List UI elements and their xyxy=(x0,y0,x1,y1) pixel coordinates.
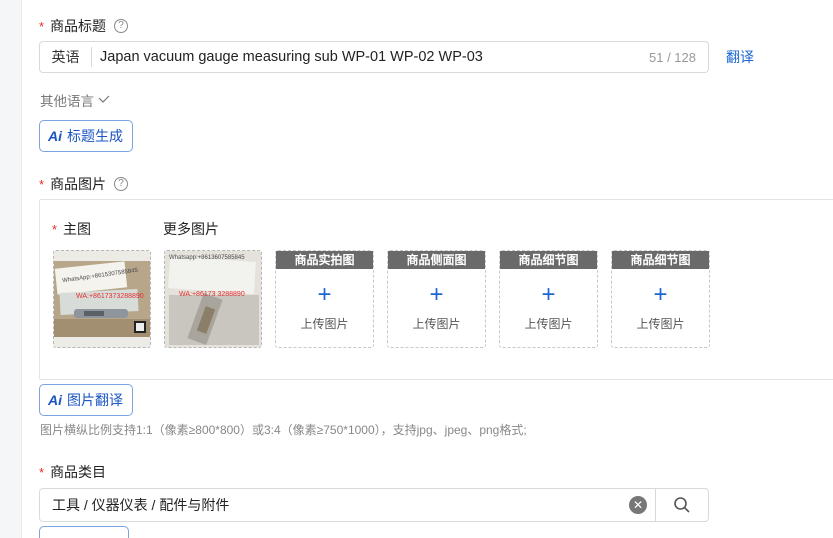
product-category-label-text: 商品类目 xyxy=(50,464,107,480)
ai-title-generate-label: 标题生成 xyxy=(67,128,123,144)
watermark-text-red: WA:+8617373288890 xyxy=(76,293,144,300)
ai-icon: Ai xyxy=(48,392,62,408)
upload-slot-real-photo[interactable]: 商品实拍图 + 上传图片 xyxy=(275,250,374,348)
watermark-text-red: WA:+86173 3288890 xyxy=(179,291,245,298)
category-input[interactable]: 工具 / 仪器仪表 / 配件与附件 xyxy=(40,495,629,515)
upload-image-text: 上传图片 xyxy=(300,317,349,331)
product-title-label: * 商品标题 ? xyxy=(39,16,129,36)
language-tag: 英语 xyxy=(40,47,92,67)
plus-icon: + xyxy=(429,281,444,308)
product-category-label: * 商品类目 xyxy=(39,462,106,482)
product-images-label: * 商品图片 ? xyxy=(39,174,129,194)
clipped-button[interactable] xyxy=(39,526,129,538)
more-image-thumbnail[interactable]: Whatsapp:+8613607585845 WA:+86173 328889… xyxy=(164,250,262,348)
main-image-thumbnail[interactable]: WhatsApp:+8615307585845 WA:+861737328889… xyxy=(53,250,151,348)
plus-icon: + xyxy=(653,281,668,308)
upload-slot-detail-photo-1[interactable]: 商品细节图 + 上传图片 xyxy=(499,250,598,348)
search-icon xyxy=(674,497,690,513)
help-icon[interactable]: ? xyxy=(114,19,129,33)
image-format-hint: 图片横纵比例支持1:1（像素≥800*800）或3:4（像素≥750*1000）… xyxy=(40,423,527,437)
main-image-label: * 主图 xyxy=(52,219,91,239)
watermark-text: Whatsapp:+8613607585845 xyxy=(169,255,245,261)
char-counter: 51 / 128 xyxy=(649,49,696,65)
product-images-label-text: 商品图片 xyxy=(50,176,107,192)
category-field[interactable]: 工具 / 仪器仪表 / 配件与附件 ✕ xyxy=(39,488,709,522)
more-images-label: 更多图片 xyxy=(163,221,219,237)
upload-image-text: 上传图片 xyxy=(636,317,685,331)
required-mark: * xyxy=(52,222,58,237)
ai-icon: Ai xyxy=(48,128,62,144)
ai-image-translate-button[interactable]: Ai 图片翻译 xyxy=(39,384,133,416)
product-photo-more xyxy=(165,251,261,347)
search-button[interactable] xyxy=(655,489,708,521)
translate-link[interactable]: 翻译 xyxy=(726,47,754,67)
slot-title: 商品侧面图 xyxy=(388,251,485,269)
upload-slot-detail-photo-2[interactable]: 商品细节图 + 上传图片 xyxy=(611,250,710,348)
upload-slot-side-photo[interactable]: 商品侧面图 + 上传图片 xyxy=(387,250,486,348)
plus-icon: + xyxy=(541,281,556,308)
product-title-field[interactable]: 英语 Japan vacuum gauge measuring sub WP-0… xyxy=(39,41,709,73)
upload-image-text: 上传图片 xyxy=(524,317,573,331)
plus-icon: + xyxy=(317,281,332,308)
help-icon[interactable]: ? xyxy=(114,177,129,191)
slot-title: 商品细节图 xyxy=(500,251,597,269)
slot-title: 商品实拍图 xyxy=(276,251,373,269)
ai-image-translate-label: 图片翻译 xyxy=(67,392,123,408)
ai-title-generate-button[interactable]: Ai 标题生成 xyxy=(39,120,133,152)
upload-image-text: 上传图片 xyxy=(412,317,461,331)
other-languages-toggle[interactable]: 其他语言 xyxy=(40,90,110,110)
main-image-label-text: 主图 xyxy=(62,221,91,237)
required-mark: * xyxy=(39,464,45,480)
other-languages-label: 其他语言 xyxy=(40,94,94,109)
chevron-down-icon xyxy=(98,95,110,103)
slot-title: 商品细节图 xyxy=(612,251,709,269)
product-title-label-text: 商品标题 xyxy=(50,18,107,34)
required-mark: * xyxy=(39,176,45,192)
left-panel-edge xyxy=(0,0,22,538)
required-mark: * xyxy=(39,18,45,34)
product-title-input[interactable]: Japan vacuum gauge measuring sub WP-01 W… xyxy=(92,49,649,65)
close-circle-icon[interactable]: ✕ xyxy=(629,496,647,514)
